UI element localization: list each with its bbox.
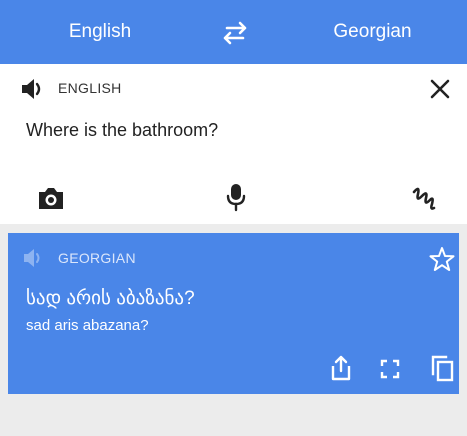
translated-text: სად არის აბაზანა? bbox=[26, 288, 195, 309]
transliteration-text: sad aris abazana? bbox=[26, 317, 149, 334]
copy-icon[interactable] bbox=[429, 354, 455, 382]
target-language-label: Georgian bbox=[333, 21, 412, 42]
handwriting-icon[interactable] bbox=[410, 182, 436, 212]
source-language-label: English bbox=[68, 21, 132, 42]
close-icon[interactable] bbox=[427, 76, 453, 102]
source-language-button[interactable]: English bbox=[30, 0, 170, 64]
target-language-button[interactable]: Georgian bbox=[300, 0, 445, 64]
microphone-icon[interactable] bbox=[224, 182, 248, 212]
input-text[interactable]: Where is the bathroom? bbox=[26, 120, 218, 141]
star-icon[interactable] bbox=[429, 246, 455, 272]
translation-result-card[interactable]: GEORGIAN სად არის აბაზანა? sad aris abaz… bbox=[8, 233, 459, 394]
fullscreen-icon[interactable] bbox=[380, 359, 400, 379]
swap-arrows-icon[interactable] bbox=[219, 20, 251, 46]
app-header: English Georgian bbox=[0, 0, 467, 64]
result-language-label: GEORGIAN bbox=[58, 250, 136, 266]
input-language-label: ENGLISH bbox=[58, 80, 122, 96]
camera-icon[interactable] bbox=[36, 184, 66, 212]
result-speaker-icon[interactable] bbox=[22, 248, 48, 268]
speaker-icon[interactable] bbox=[20, 78, 48, 100]
input-card: ENGLISH Where is the bathroom? bbox=[0, 64, 467, 224]
share-icon[interactable] bbox=[330, 355, 352, 381]
